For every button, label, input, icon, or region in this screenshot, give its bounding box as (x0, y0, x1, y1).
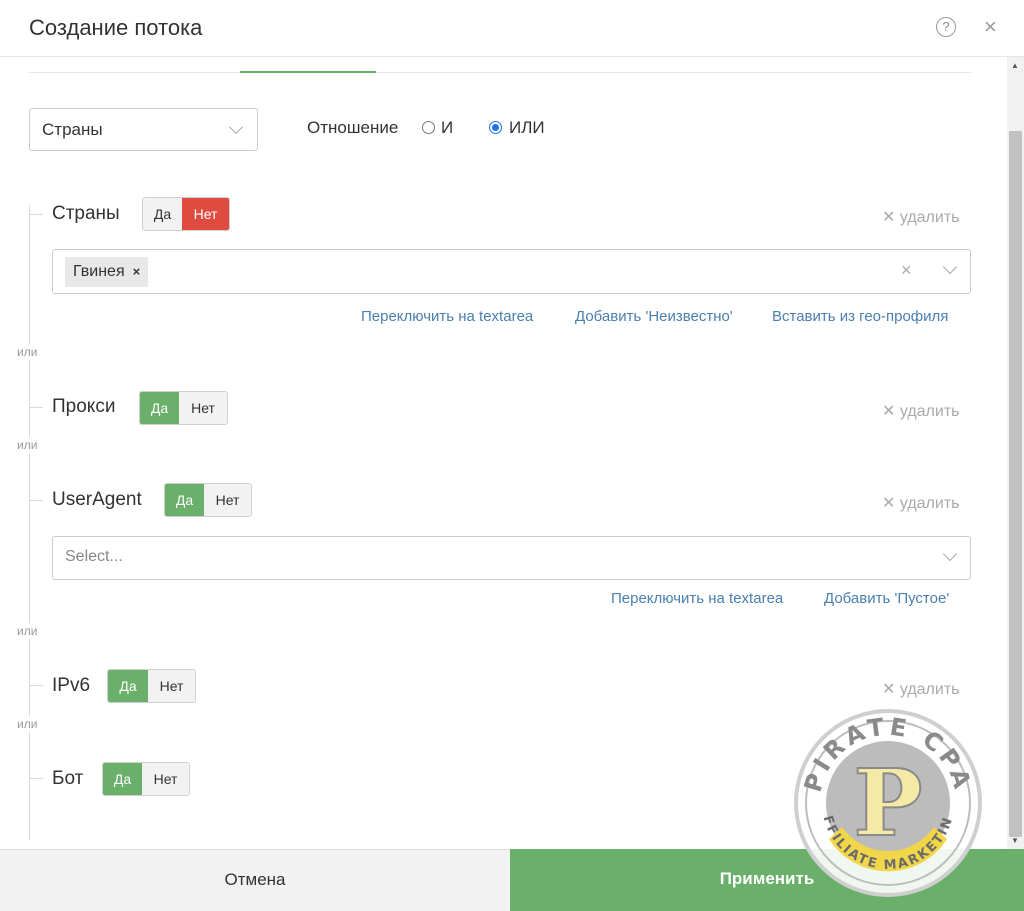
toggle-yes-button[interactable]: Да (108, 670, 149, 702)
toggle-yes-button[interactable]: Да (143, 198, 183, 230)
insert-geo-profile-link[interactable]: Вставить из гео-профиля (772, 308, 948, 325)
toggle-bot: Да Нет (102, 762, 190, 796)
condition-label-countries: Страны (52, 203, 120, 224)
chevron-down-icon[interactable] (942, 546, 958, 562)
delete-condition-button[interactable]: ✕ удалить (882, 207, 960, 227)
filter-type-value: Страны (42, 120, 103, 139)
toggle-yes-button[interactable]: Да (103, 763, 143, 795)
tab-divider (29, 72, 971, 73)
condition-label-proxy: Прокси (52, 396, 116, 417)
scroll-down-icon[interactable]: ▼ (1011, 836, 1019, 845)
toggle-no-button[interactable]: Нет (182, 198, 229, 230)
country-chip: Гвинея × (65, 257, 149, 287)
useragent-select[interactable]: Select... (52, 536, 971, 580)
delete-condition-button[interactable]: ✕ удалить (882, 401, 960, 421)
delete-condition-button[interactable]: ✕ удалить (882, 679, 960, 699)
tab-active-indicator (240, 71, 376, 73)
help-icon[interactable]: ? (936, 17, 956, 37)
condition-label-bot: Бот (52, 768, 84, 789)
or-connector: или (17, 437, 38, 453)
or-connector: или (17, 344, 38, 360)
clear-icon[interactable]: × (901, 260, 912, 281)
cancel-button[interactable]: Отмена (0, 849, 510, 911)
radio-or[interactable] (489, 121, 502, 134)
logo-letter: P (853, 749, 922, 857)
switch-textarea-link[interactable]: Переключить на textarea (361, 308, 533, 325)
relation-label: Отношение (307, 118, 399, 137)
or-connector: или (17, 716, 38, 732)
chip-label: Гвинея (73, 263, 125, 280)
toggle-no-button[interactable]: Нет (142, 763, 189, 795)
modal-title: Создание потока (29, 15, 203, 40)
switch-textarea-link[interactable]: Переключить на textarea (611, 590, 783, 607)
toggle-ipv6: Да Нет (107, 669, 196, 703)
radio-or-label[interactable]: ИЛИ (509, 118, 545, 138)
countries-multiselect[interactable]: Гвинея × × (52, 249, 971, 294)
remove-chip-icon[interactable]: × (133, 264, 141, 279)
modal-header: Создание потока ? × (0, 0, 1024, 57)
select-placeholder: Select... (65, 548, 123, 565)
chevron-down-icon (228, 119, 244, 135)
toggle-no-button[interactable]: Нет (204, 484, 251, 516)
condition-label-useragent: UserAgent (52, 489, 142, 510)
tree-branch (29, 407, 43, 408)
close-icon[interactable]: × (984, 15, 997, 39)
tree-branch (29, 214, 43, 215)
filter-type-select[interactable]: Страны (29, 108, 258, 151)
delete-condition-button[interactable]: ✕ удалить (882, 493, 960, 513)
toggle-useragent: Да Нет (164, 483, 252, 517)
tree-branch (29, 685, 43, 686)
scrollbar[interactable]: ▲ ▼ (1007, 57, 1024, 849)
condition-label-ipv6: IPv6 (52, 675, 91, 696)
radio-and-label[interactable]: И (441, 118, 453, 138)
add-empty-link[interactable]: Добавить 'Пустое' (824, 590, 949, 607)
chevron-down-icon[interactable] (942, 259, 958, 275)
toggle-proxy: Да Нет (139, 391, 228, 425)
add-unknown-link[interactable]: Добавить 'Неизвестно' (575, 308, 733, 325)
toggle-no-button[interactable]: Нет (179, 392, 227, 424)
pirate-cpa-logo: PIRATE CPA AFFILIATE MARKETING P (794, 709, 982, 897)
toggle-countries: Да Нет (142, 197, 230, 231)
toggle-no-button[interactable]: Нет (148, 670, 195, 702)
or-connector: или (17, 623, 38, 639)
scroll-up-icon[interactable]: ▲ (1011, 61, 1019, 70)
toggle-yes-button[interactable]: Да (165, 484, 205, 516)
tree-branch (29, 500, 43, 501)
tree-branch (29, 778, 43, 779)
toggle-yes-button[interactable]: Да (140, 392, 180, 424)
tree-line (29, 205, 30, 840)
scrollbar-thumb[interactable] (1009, 131, 1022, 837)
radio-and[interactable] (422, 121, 435, 134)
